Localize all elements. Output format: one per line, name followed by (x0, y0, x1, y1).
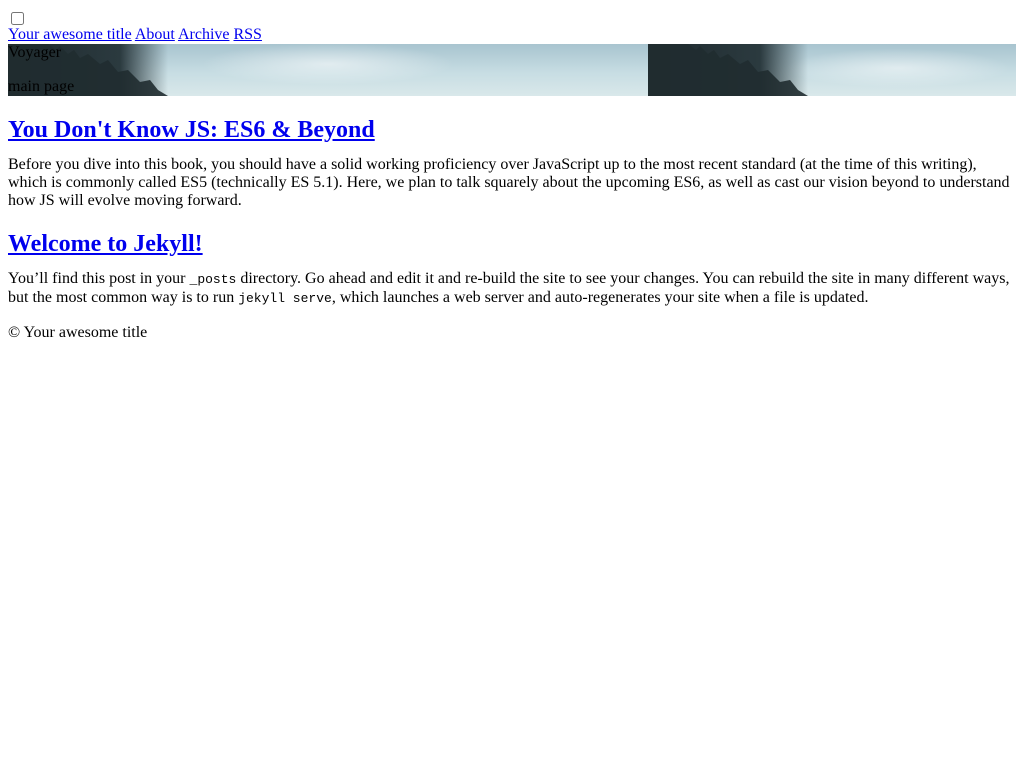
excerpt-text: You’ll find this post in your (8, 270, 190, 287)
menu-toggle-row (8, 8, 1016, 26)
top-nav: Your awesome title About Archive RSS (8, 26, 1016, 44)
post-excerpt: You’ll find this post in your _posts dir… (8, 270, 1016, 308)
post-excerpt: Before you dive into this book, you shou… (8, 156, 1010, 209)
nav-archive-link[interactable]: Archive (178, 26, 230, 43)
post-title: You Don't Know JS: ES6 & Beyond (8, 116, 1016, 144)
footer-copyright: © Your awesome title (8, 324, 148, 341)
code-jekyll-serve: jekyll serve (238, 291, 332, 306)
nav-about-link[interactable]: About (135, 26, 175, 43)
post-item: Welcome to Jekyll! You’ll find this post… (8, 230, 1016, 308)
footer: © Your awesome title (8, 324, 1016, 342)
code-posts-dir: _posts (189, 272, 237, 287)
post-list: You Don't Know JS: ES6 & Beyond Before y… (8, 116, 1016, 308)
post-item: You Don't Know JS: ES6 & Beyond Before y… (8, 116, 1016, 210)
site-subtitle: main page (8, 78, 75, 95)
menu-toggle-checkbox[interactable] (11, 12, 24, 25)
hero-trees-right (648, 44, 808, 96)
post-title-link[interactable]: Welcome to Jekyll! (8, 231, 203, 257)
site-title: Voyager (8, 44, 62, 61)
nav-home-link[interactable]: Your awesome title (8, 26, 132, 43)
post-title-link[interactable]: You Don't Know JS: ES6 & Beyond (8, 117, 375, 143)
hero-banner: Voyager main page (8, 44, 1016, 96)
page: Your awesome title About Archive RSS Voy… (0, 0, 1024, 342)
post-title: Welcome to Jekyll! (8, 230, 1016, 258)
excerpt-text: , which launches a web server and auto-r… (331, 289, 869, 306)
nav-rss-link[interactable]: RSS (233, 26, 261, 43)
